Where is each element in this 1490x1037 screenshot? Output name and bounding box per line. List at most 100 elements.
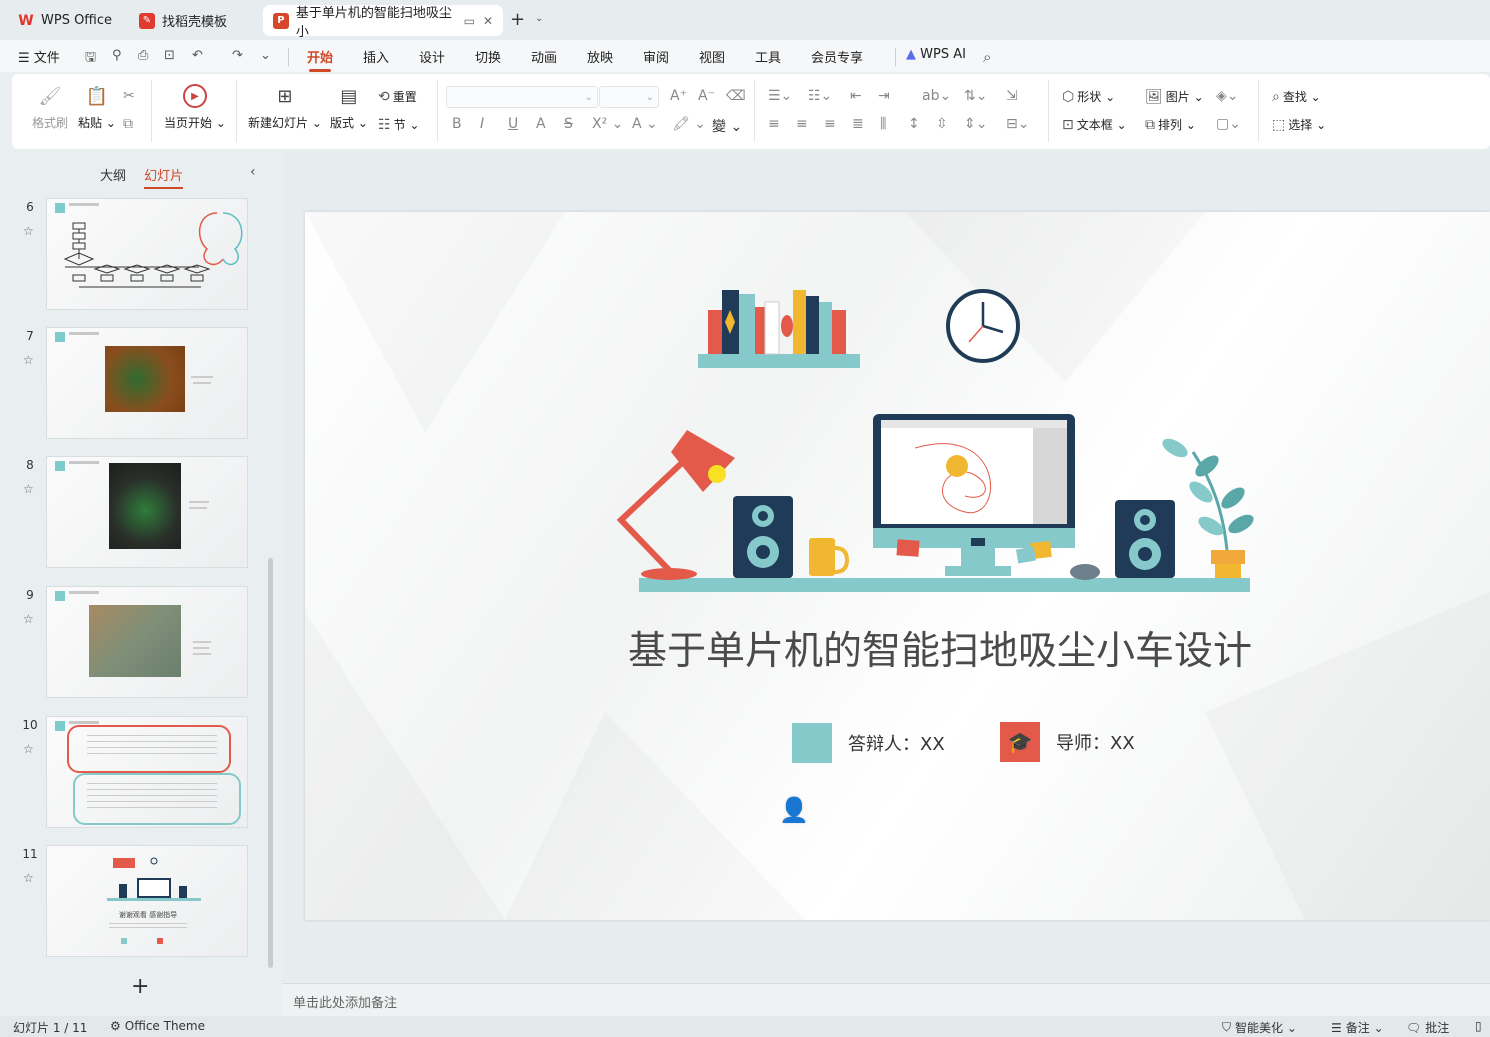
menu-slideshow[interactable]: 放映	[587, 47, 613, 66]
menu-membership[interactable]: 会员专享	[811, 47, 863, 66]
numbered-list-icon[interactable]: ☷⌄	[808, 88, 832, 104]
comments-button[interactable]: 🗨 批注	[1406, 1019, 1449, 1036]
thumbnail-preview[interactable]	[46, 198, 248, 310]
more-quick-access-icon[interactable]: ⌄	[260, 48, 271, 63]
tab-outline[interactable]: 大纲	[100, 169, 126, 184]
share-icon[interactable]: ⚲	[112, 48, 122, 63]
menu-transition[interactable]: 切换	[475, 47, 501, 66]
reset-button[interactable]: ⟲ 重置	[378, 88, 417, 105]
font-color-icon[interactable]: A ⌄	[632, 116, 658, 132]
italic-icon[interactable]: I	[480, 116, 484, 132]
font-name-select[interactable]: ⌄	[446, 86, 598, 108]
slide-title[interactable]: 基于单片机的智能扫地吸尘小车设计	[305, 620, 1490, 676]
menu-tools[interactable]: 工具	[755, 47, 781, 66]
slide-thumbnail[interactable]: 6 ☆	[0, 198, 270, 312]
align-center-icon[interactable]: ≡	[796, 116, 808, 132]
increase-font-icon[interactable]: A⁺	[670, 88, 687, 104]
star-icon[interactable]: ☆	[23, 353, 34, 367]
char-spacing-icon[interactable]: 變 ⌄	[712, 116, 742, 136]
undo-icon[interactable]: ↶	[192, 48, 203, 63]
collapse-panel-icon[interactable]: ‹	[250, 164, 256, 180]
shape-button[interactable]: ⬡ 形状 ⌄	[1062, 88, 1115, 105]
select-button[interactable]: ⬚ 选择 ⌄	[1272, 116, 1326, 133]
save-icon[interactable]: 🖫	[85, 48, 96, 70]
menu-view[interactable]: 视图	[699, 47, 725, 66]
superscript-icon[interactable]: X² ⌄	[592, 116, 623, 132]
thumbnail-preview[interactable]	[46, 327, 248, 439]
slide-thumbnail[interactable]: 10 ☆	[0, 716, 270, 830]
align-right-icon[interactable]: ≡	[824, 116, 836, 132]
text-shadow-icon[interactable]: A	[536, 116, 546, 132]
underline-icon[interactable]: U	[508, 116, 518, 132]
search-icon[interactable]: ⌕	[983, 48, 991, 66]
copy-icon[interactable]: ⧉	[123, 116, 133, 132]
menu-review[interactable]: 审阅	[643, 47, 669, 66]
convert-icon[interactable]: ⇲	[1006, 88, 1018, 104]
slide-thumbnail[interactable]: 8 ☆	[0, 456, 270, 570]
new-tab-button[interactable]: +	[510, 9, 525, 30]
thumbnail-preview[interactable]	[46, 456, 248, 568]
clear-format-icon[interactable]: ⌫	[726, 88, 746, 104]
menu-animation[interactable]: 动画	[531, 47, 557, 66]
picture-button[interactable]: 🖼 图片 ⌄	[1145, 88, 1204, 105]
slide-thumbnail[interactable]: 7 ☆	[0, 327, 270, 441]
presenter-block[interactable]: 答辩人：XX	[792, 723, 945, 763]
tab-current-document[interactable]: P 基于单片机的智能扫地吸尘小 ▭ ✕	[263, 5, 503, 40]
highlight-icon[interactable]: 🖍 ⌄	[672, 116, 706, 132]
start-from-current-button[interactable]: ▶ 当页开始 ⌄	[164, 84, 226, 131]
slide-thumbnail[interactable]: 9 ☆	[0, 586, 270, 700]
fill-color-icon[interactable]: ◈⌄	[1216, 88, 1239, 104]
text-align-icon[interactable]: ⊟⌄	[1006, 116, 1029, 132]
new-slide-button[interactable]: ⊞ 新建幻灯片 ⌄	[248, 84, 322, 131]
star-icon[interactable]: ☆	[23, 612, 34, 626]
star-icon[interactable]: ☆	[23, 482, 34, 496]
font-size-select[interactable]: ⌄	[599, 86, 659, 108]
star-icon[interactable]: ☆	[23, 742, 34, 756]
notes-pane[interactable]: 单击此处添加备注	[282, 983, 1490, 1016]
bold-icon[interactable]: B	[452, 116, 462, 132]
sort-icon[interactable]: ⇅⌄	[964, 88, 987, 104]
thumbnail-preview[interactable]	[46, 586, 248, 698]
star-icon[interactable]: ☆	[23, 871, 34, 885]
format-painter-button[interactable]: 🖌 格式刷	[32, 84, 68, 131]
find-button[interactable]: ⌕ 查找 ⌄	[1272, 88, 1321, 105]
thumbnail-preview[interactable]: 谢谢观看 感谢指导	[46, 845, 248, 957]
paragraph-spacing-icon[interactable]: ⇳	[936, 116, 948, 132]
print-icon[interactable]: ⎙	[138, 48, 148, 63]
tab-wps-office[interactable]: W WPS Office	[8, 5, 123, 36]
redo-icon[interactable]: ↷	[232, 48, 243, 63]
layout-button[interactable]: ▤ 版式 ⌄	[330, 84, 368, 131]
section-button[interactable]: ☷ 节 ⌄	[378, 116, 419, 133]
justify-icon[interactable]: ≣	[852, 116, 864, 132]
paste-button[interactable]: 📋 粘贴 ⌄	[78, 84, 116, 131]
monitor-icon[interactable]: ▭	[464, 14, 475, 28]
current-slide[interactable]: 基于单片机的智能扫地吸尘小车设计 答辩人：XX 🎓 导师：XX 👤	[305, 212, 1490, 920]
menu-design[interactable]: 设计	[419, 47, 445, 66]
panel-scrollbar[interactable]	[268, 558, 273, 968]
notes-toggle-button[interactable]: ☰ 备注 ⌄	[1331, 1019, 1384, 1036]
tab-slides[interactable]: 幻灯片	[144, 169, 184, 189]
chevron-down-icon[interactable]: ⌄	[535, 13, 543, 24]
add-slide-button[interactable]: +	[131, 974, 149, 999]
theme-indicator[interactable]: ⚙ Office Theme	[110, 1019, 205, 1033]
column-icon[interactable]: ⇕⌄	[964, 116, 987, 132]
decrease-indent-icon[interactable]: ⇤	[850, 88, 862, 104]
smart-beautify-button[interactable]: ⛉ 智能美化 ⌄	[1222, 1019, 1297, 1036]
menu-insert[interactable]: 插入	[363, 47, 389, 66]
distribute-icon[interactable]: ⫼	[880, 116, 886, 132]
file-menu[interactable]: ☰ 文件	[18, 47, 60, 66]
close-icon[interactable]: ✕	[483, 14, 493, 28]
cut-icon[interactable]: ✂	[123, 88, 135, 104]
normal-view-icon[interactable]: ▯	[1475, 1019, 1482, 1033]
wps-ai-button[interactable]: ▲ WPS AI	[906, 47, 966, 62]
textbox-button[interactable]: ⊡ 文本框 ⌄	[1062, 116, 1127, 133]
increase-indent-icon[interactable]: ⇥	[878, 88, 890, 104]
decrease-font-icon[interactable]: A⁻	[698, 88, 715, 104]
line-spacing-icon[interactable]: ↕	[908, 116, 920, 132]
bullet-list-icon[interactable]: ☰⌄	[768, 88, 792, 104]
menu-home[interactable]: 开始	[307, 47, 333, 72]
print-preview-icon[interactable]: ⊡	[164, 48, 175, 63]
thumbnail-preview[interactable]	[46, 716, 248, 828]
strikethrough-icon[interactable]: S	[564, 116, 573, 132]
arrange-button[interactable]: ⧉ 排列 ⌄	[1145, 116, 1196, 133]
